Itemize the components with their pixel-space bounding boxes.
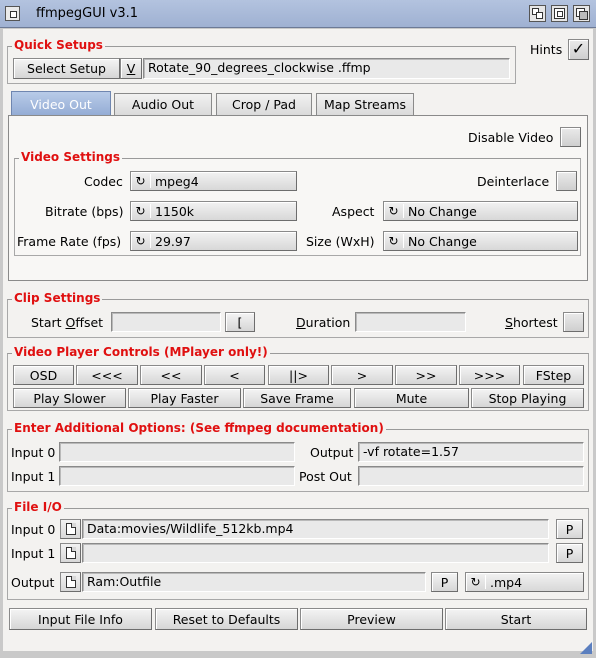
- framerate-cycle[interactable]: ↻ 29.97: [130, 231, 297, 251]
- aspect-cycle[interactable]: ↻ No Change: [383, 201, 578, 221]
- quick-setups-title: Quick Setups: [12, 38, 105, 52]
- bitrate-value: 1150k: [155, 204, 195, 219]
- select-setup-button[interactable]: Select Setup: [13, 58, 120, 79]
- file-io-title: File I/O: [12, 500, 64, 514]
- frame-step-button[interactable]: FStep: [523, 365, 584, 385]
- deinterlace-checkbox[interactable]: [556, 171, 577, 191]
- codec-cycle[interactable]: ↻ mpeg4: [130, 171, 297, 191]
- window-title: ffmpegGUI v3.1: [36, 6, 139, 21]
- cycle-icon: ↻: [135, 234, 146, 248]
- file-icon[interactable]: [60, 543, 81, 563]
- size-cycle[interactable]: ↻ No Change: [383, 231, 578, 251]
- seek-forward-small-button[interactable]: >: [331, 365, 393, 385]
- seek-forward-medium-button[interactable]: >>: [395, 365, 457, 385]
- play-faster-button[interactable]: Play Faster: [128, 388, 241, 408]
- cycle-icon: ↻: [135, 174, 146, 188]
- file-input0-play-button[interactable]: P: [556, 519, 583, 539]
- seek-forward-large-button[interactable]: >>>: [459, 365, 520, 385]
- cycle-icon: ↻: [388, 204, 399, 218]
- bitrate-cycle[interactable]: ↻ 1150k: [130, 201, 297, 221]
- cycle-icon: ↻: [388, 234, 399, 248]
- zoom-icon[interactable]: [551, 5, 568, 22]
- shortest-checkbox[interactable]: [563, 312, 584, 332]
- option-input0-label: Input 0: [11, 445, 56, 460]
- file-output-play-button[interactable]: P: [431, 572, 458, 592]
- mute-button[interactable]: Mute: [354, 388, 469, 408]
- extension-cycle[interactable]: ↻ .mp4: [465, 572, 584, 592]
- save-frame-button[interactable]: Save Frame: [243, 388, 351, 408]
- resize-icon[interactable]: [580, 642, 592, 654]
- seek-back-large-button[interactable]: <<<: [76, 365, 138, 385]
- file-input1-field[interactable]: [82, 543, 549, 563]
- option-postout-field[interactable]: [358, 466, 584, 486]
- setup-file-field[interactable]: Rotate_90_degrees_clockwise .ffmp: [143, 58, 510, 79]
- file-icon[interactable]: [60, 572, 81, 592]
- hints-label: Hints: [530, 42, 563, 57]
- player-controls-title: Video Player Controls (MPlayer only!): [12, 345, 270, 359]
- bitrate-label: Bitrate (bps): [45, 204, 124, 219]
- duration-label: Duration: [296, 315, 351, 330]
- video-settings-title: Video Settings: [19, 150, 122, 164]
- duration-field[interactable]: [355, 312, 466, 332]
- file-input0-field[interactable]: Data:movies/Wildlife_512kb.mp4: [82, 519, 549, 539]
- setup-popup-button[interactable]: V: [120, 58, 142, 79]
- file-input0-label: Input 0: [11, 522, 56, 537]
- hints-checkbox[interactable]: ✓: [568, 39, 589, 60]
- disable-video-label: Disable Video: [468, 130, 554, 145]
- size-label: Size (WxH): [306, 234, 375, 249]
- option-input1-field[interactable]: [59, 466, 295, 486]
- seek-back-small-button[interactable]: <: [204, 365, 265, 385]
- osd-button[interactable]: OSD: [13, 365, 74, 385]
- tab-audio-out[interactable]: Audio Out: [114, 93, 212, 115]
- option-input1-label: Input 1: [11, 469, 56, 484]
- option-output-label: Output: [310, 445, 354, 460]
- file-output-label: Output: [11, 575, 55, 590]
- play-pause-button[interactable]: ||>: [268, 365, 329, 385]
- window-titlebar[interactable]: ffmpegGUI v3.1: [0, 0, 596, 28]
- framerate-value: 29.97: [155, 234, 191, 249]
- window-content: Quick Setups Select Setup V Rotate_90_de…: [3, 29, 593, 651]
- start-button[interactable]: Start: [445, 608, 587, 630]
- clip-settings-title: Clip Settings: [12, 291, 103, 305]
- file-output-field[interactable]: Ram:Outfile: [82, 572, 426, 592]
- cycle-icon: ↻: [135, 204, 146, 218]
- reset-defaults-button[interactable]: Reset to Defaults: [155, 608, 298, 630]
- option-output-field[interactable]: -vf rotate=1.57: [358, 442, 584, 462]
- play-slower-button[interactable]: Play Slower: [13, 388, 126, 408]
- framerate-label: Frame Rate (fps): [17, 234, 122, 249]
- seek-back-medium-button[interactable]: <<: [140, 365, 202, 385]
- codec-label: Codec: [84, 174, 123, 189]
- file-input1-play-button[interactable]: P: [556, 543, 583, 563]
- file-icon[interactable]: [60, 519, 81, 539]
- input-file-info-button[interactable]: Input File Info: [9, 608, 152, 630]
- file-input1-label: Input 1: [11, 546, 56, 561]
- aspect-label: Aspect: [332, 204, 375, 219]
- depth-icon[interactable]: [573, 5, 590, 22]
- start-offset-label: Start Offset: [31, 315, 104, 330]
- extension-value: .mp4: [490, 575, 523, 590]
- tab-crop-pad[interactable]: Crop / Pad: [216, 93, 312, 115]
- tab-map-streams[interactable]: Map Streams: [316, 93, 414, 115]
- stop-playing-button[interactable]: Stop Playing: [471, 388, 584, 408]
- cycle-icon: ↻: [470, 575, 481, 589]
- start-offset-field[interactable]: [111, 312, 221, 332]
- aspect-value: No Change: [408, 204, 477, 219]
- codec-value: mpeg4: [155, 174, 199, 189]
- set-start-button[interactable]: [: [225, 312, 255, 332]
- option-postout-label: Post Out: [299, 469, 352, 484]
- additional-options-title: Enter Additional Options: (See ffmpeg do…: [12, 421, 386, 435]
- tab-video-out[interactable]: Video Out: [11, 91, 111, 116]
- deinterlace-label: Deinterlace: [477, 174, 550, 189]
- size-value: No Change: [408, 234, 477, 249]
- disable-video-checkbox[interactable]: [560, 127, 581, 147]
- option-input0-field[interactable]: [59, 442, 295, 462]
- shortest-label: Shortest: [505, 315, 558, 330]
- iconify-icon[interactable]: [529, 5, 546, 22]
- preview-button[interactable]: Preview: [300, 608, 443, 630]
- close-icon[interactable]: [5, 6, 20, 21]
